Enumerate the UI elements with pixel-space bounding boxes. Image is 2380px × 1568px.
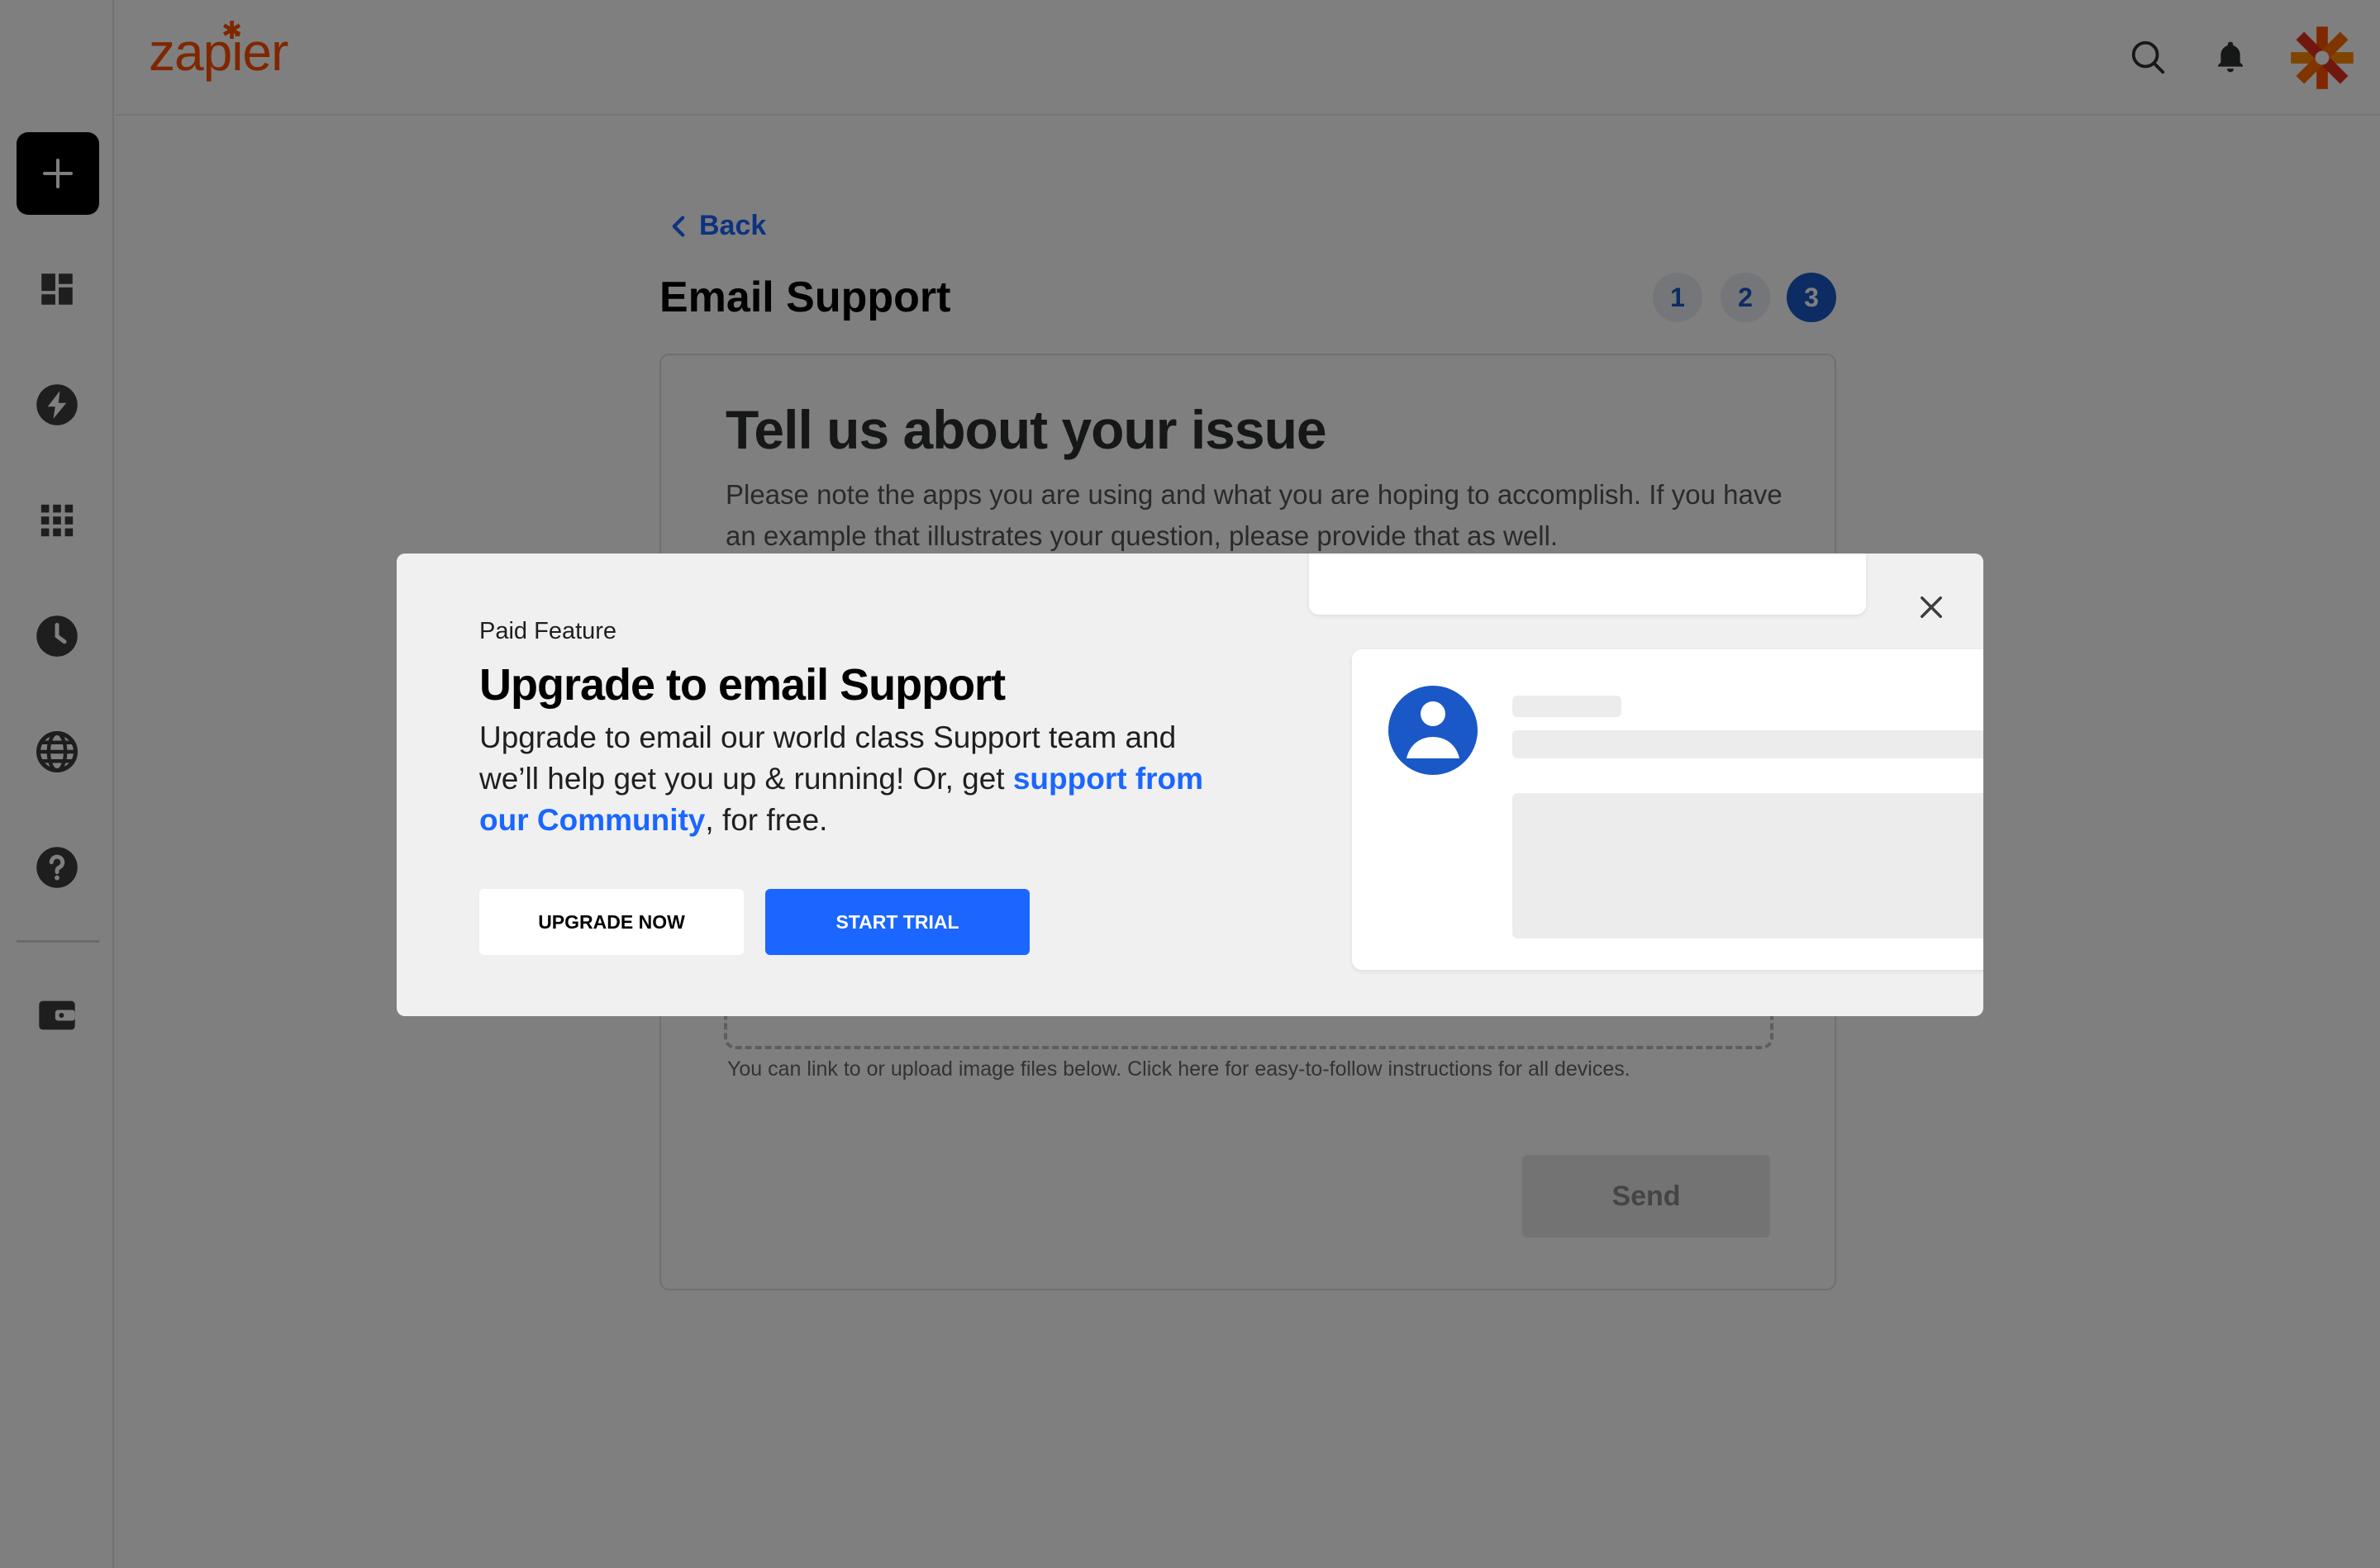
illustration-text-block bbox=[1512, 793, 1983, 938]
modal-eyebrow: Paid Feature bbox=[479, 618, 617, 644]
user-avatar-icon bbox=[1388, 686, 1478, 775]
illustration-line-long bbox=[1512, 730, 1983, 758]
start-trial-button[interactable]: START TRIAL bbox=[765, 889, 1030, 955]
close-icon bbox=[1921, 596, 1942, 618]
modal-body: Upgrade to email our world class Support… bbox=[479, 717, 1207, 841]
illustration-line-short bbox=[1512, 696, 1621, 717]
illustration-top-panel bbox=[1309, 554, 1866, 615]
modal-title: Upgrade to email Support bbox=[479, 660, 1006, 710]
modal-body-suffix: , for free. bbox=[705, 803, 828, 837]
upgrade-now-button[interactable]: UPGRADE NOW bbox=[479, 889, 744, 955]
upgrade-modal: Paid Feature Upgrade to email Support Up… bbox=[397, 554, 1983, 1016]
close-modal-button[interactable] bbox=[1912, 588, 1950, 626]
illustration-message-card bbox=[1352, 649, 1983, 970]
